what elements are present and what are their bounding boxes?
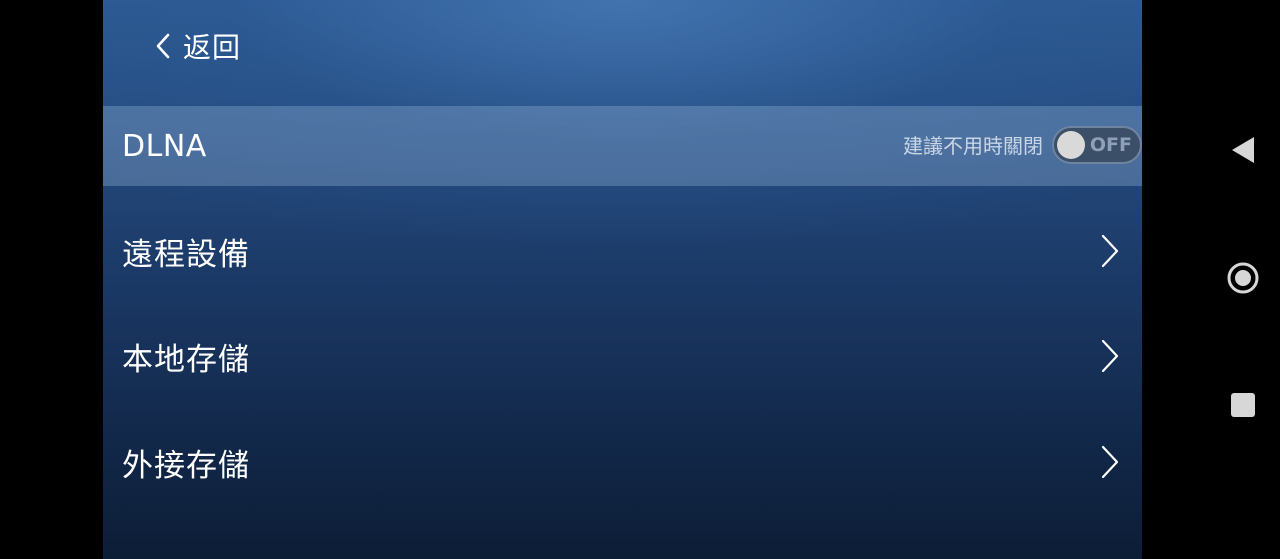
circle-home-icon[interactable] <box>1226 261 1260 299</box>
dlna-label: DLNA <box>122 128 207 164</box>
chevron-right-icon <box>1100 338 1120 378</box>
toggle-knob <box>1057 131 1085 159</box>
menu-item-label: 外接存儲 <box>122 447 250 484</box>
chevron-right-icon <box>1100 444 1120 484</box>
menu-item-label: 遠程設備 <box>122 236 250 273</box>
menu-item-remote-devices[interactable]: 遠程設備 <box>103 199 1142 303</box>
chevron-right-icon <box>1100 233 1120 273</box>
dlna-toggle[interactable]: OFF <box>1052 126 1142 164</box>
back-label: 返回 <box>183 31 242 64</box>
triangle-back-icon[interactable] <box>1228 134 1258 170</box>
app-window: 返回 DLNA 建議不用時關閉 OFF 遠程設備 本地存儲 外接存儲 <box>103 0 1142 559</box>
menu-item-external-storage[interactable]: 外接存儲 <box>103 410 1142 514</box>
toggle-state-label: OFF <box>1089 134 1132 156</box>
menu-item-label: 本地存儲 <box>122 341 250 378</box>
back-button[interactable]: 返回 <box>153 26 241 66</box>
chevron-left-icon <box>153 30 173 62</box>
screen: 返回 DLNA 建議不用時關閉 OFF 遠程設備 本地存儲 外接存儲 <box>0 0 1280 559</box>
dlna-hint: 建議不用時關閉 <box>903 134 1043 158</box>
menu-item-local-storage[interactable]: 本地存儲 <box>103 304 1142 408</box>
dlna-row: DLNA 建議不用時關閉 OFF <box>103 106 1142 186</box>
square-recents-icon[interactable] <box>1231 393 1255 417</box>
